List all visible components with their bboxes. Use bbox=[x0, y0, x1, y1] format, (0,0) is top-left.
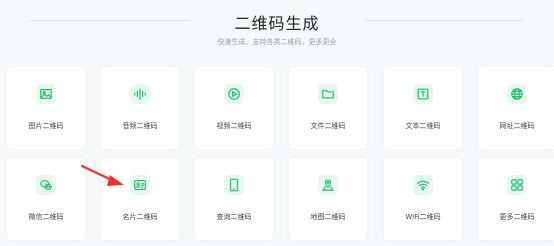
card-label: 音频二维码 bbox=[122, 122, 158, 130]
card-label: 微信二维码 bbox=[28, 213, 64, 221]
card-file-qr[interactable]: 文件二维码 bbox=[289, 67, 367, 149]
page-subtitle: 快速生成、支持各类二维码，更多更全 bbox=[217, 38, 337, 46]
card-label: 查询二维码 bbox=[216, 213, 252, 221]
folder-icon bbox=[318, 84, 338, 104]
card-map-qr[interactable]: 地图二维码 bbox=[289, 158, 367, 240]
card-label: 文件二维码 bbox=[310, 122, 346, 130]
card-more-qr[interactable]: 更多二维码 bbox=[478, 158, 554, 240]
wifi-icon bbox=[413, 175, 433, 195]
page-title: 二维码生成 bbox=[234, 14, 320, 33]
card-wechat-qr[interactable]: 微信二维码 bbox=[7, 158, 85, 240]
id-card-icon bbox=[130, 175, 150, 195]
card-video-qr[interactable]: 视频二维码 bbox=[195, 67, 273, 149]
card-label: 更多二维码 bbox=[499, 213, 535, 221]
card-image-qr[interactable]: 图片二维码 bbox=[7, 67, 85, 149]
card-wifi-qr[interactable]: WiFi二维码 bbox=[384, 158, 462, 240]
page-header: 二维码生成 快速生成、支持各类二维码，更多更全 bbox=[0, 0, 554, 60]
card-label: 名片二维码 bbox=[122, 213, 158, 221]
image-icon bbox=[36, 84, 56, 104]
phone-icon bbox=[224, 175, 244, 195]
audio-wave-icon bbox=[130, 84, 150, 104]
card-audio-qr[interactable]: 音频二维码 bbox=[101, 67, 179, 149]
card-label: 视频二维码 bbox=[216, 122, 252, 130]
card-query-qr[interactable]: 查询二维码 bbox=[195, 158, 273, 240]
more-grid-icon bbox=[507, 175, 527, 195]
wechat-icon bbox=[36, 175, 56, 195]
map-pin-icon bbox=[318, 175, 338, 195]
red-pointer-arrow bbox=[80, 164, 124, 186]
card-label: 网址二维码 bbox=[499, 122, 535, 130]
card-text-qr[interactable]: 文本二维码 bbox=[384, 67, 462, 149]
globe-icon bbox=[507, 84, 527, 104]
card-label: 文本二维码 bbox=[405, 122, 441, 130]
card-label: WiFi二维码 bbox=[405, 213, 441, 221]
play-circle-icon bbox=[224, 84, 244, 104]
card-url-qr[interactable]: 网址二维码 bbox=[478, 67, 554, 149]
text-t-icon bbox=[413, 84, 433, 104]
card-label: 图片二维码 bbox=[28, 122, 64, 130]
card-label: 地图二维码 bbox=[310, 213, 346, 221]
title-divider-right bbox=[364, 20, 524, 21]
